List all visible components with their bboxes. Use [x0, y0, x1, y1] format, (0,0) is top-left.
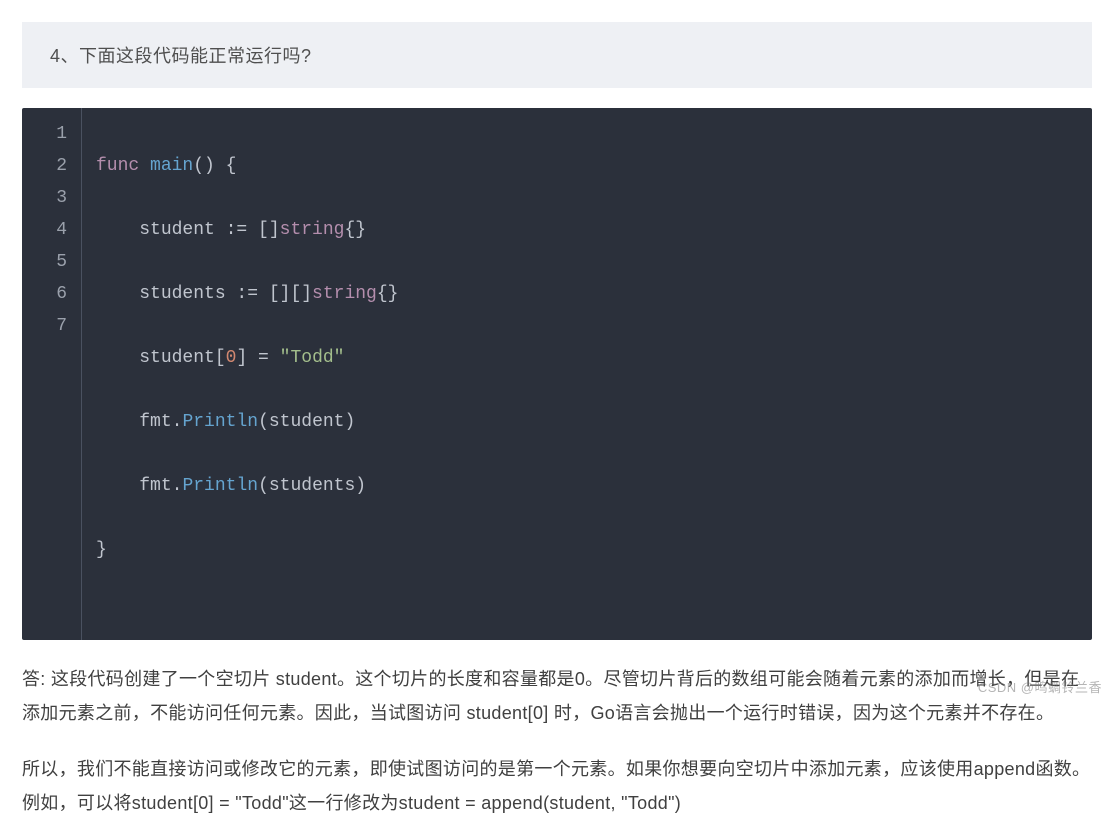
code-line: student := []string{}: [96, 214, 398, 246]
code-token: [96, 348, 139, 368]
code-token: func: [96, 156, 139, 176]
line-number: 2: [22, 150, 81, 182]
line-number: 3: [22, 182, 81, 214]
code-token: Println: [182, 412, 258, 432]
question-text: 4、下面这段代码能正常运行吗?: [50, 46, 312, 66]
code-block: 1 2 3 4 5 6 7 func main() { student := […: [22, 108, 1092, 640]
code-token: 0: [226, 348, 237, 368]
code-token: [96, 284, 139, 304]
code-token: string: [312, 284, 377, 304]
code-content: func main() { student := []string{} stud…: [82, 108, 412, 640]
code-token: [96, 220, 139, 240]
code-line: func main() {: [96, 150, 398, 182]
code-token: [96, 476, 139, 496]
code-token: students := [][]: [139, 284, 312, 304]
code-token: {}: [377, 284, 399, 304]
code-line: students := [][]string{}: [96, 278, 398, 310]
code-token: string: [280, 220, 345, 240]
code-line: fmt.Println(students): [96, 470, 398, 502]
code-line: fmt.Println(student): [96, 406, 398, 438]
answer-body: 答: 这段代码创建了一个空切片 student。这个切片的长度和容量都是0。尽管…: [22, 662, 1092, 820]
line-number: 6: [22, 278, 81, 310]
code-line: }: [96, 534, 398, 566]
line-number: 5: [22, 246, 81, 278]
code-line: student[0] = "Todd": [96, 342, 398, 374]
code-token: ] =: [236, 348, 279, 368]
code-token: (students): [258, 476, 366, 496]
line-number: 4: [22, 214, 81, 246]
question-box: 4、下面这段代码能正常运行吗?: [22, 22, 1092, 88]
code-token: main: [150, 156, 193, 176]
line-number: 7: [22, 310, 81, 342]
code-token: [96, 412, 139, 432]
code-token: (student): [258, 412, 355, 432]
code-token: () {: [193, 156, 236, 176]
answer-paragraph: 答: 这段代码创建了一个空切片 student。这个切片的长度和容量都是0。尽管…: [22, 662, 1092, 730]
code-token: Println: [182, 476, 258, 496]
code-token: {}: [344, 220, 366, 240]
line-number: 1: [22, 118, 81, 150]
code-token: fmt.: [139, 476, 182, 496]
code-token: student := []: [139, 220, 279, 240]
code-token: fmt.: [139, 412, 182, 432]
code-token: }: [96, 540, 107, 560]
code-token: student[: [139, 348, 225, 368]
line-number-gutter: 1 2 3 4 5 6 7: [22, 108, 82, 640]
answer-paragraph: 所以，我们不能直接访问或修改它的元素，即使试图访问的是第一个元素。如果你想要向空…: [22, 752, 1092, 820]
code-token: "Todd": [280, 348, 345, 368]
